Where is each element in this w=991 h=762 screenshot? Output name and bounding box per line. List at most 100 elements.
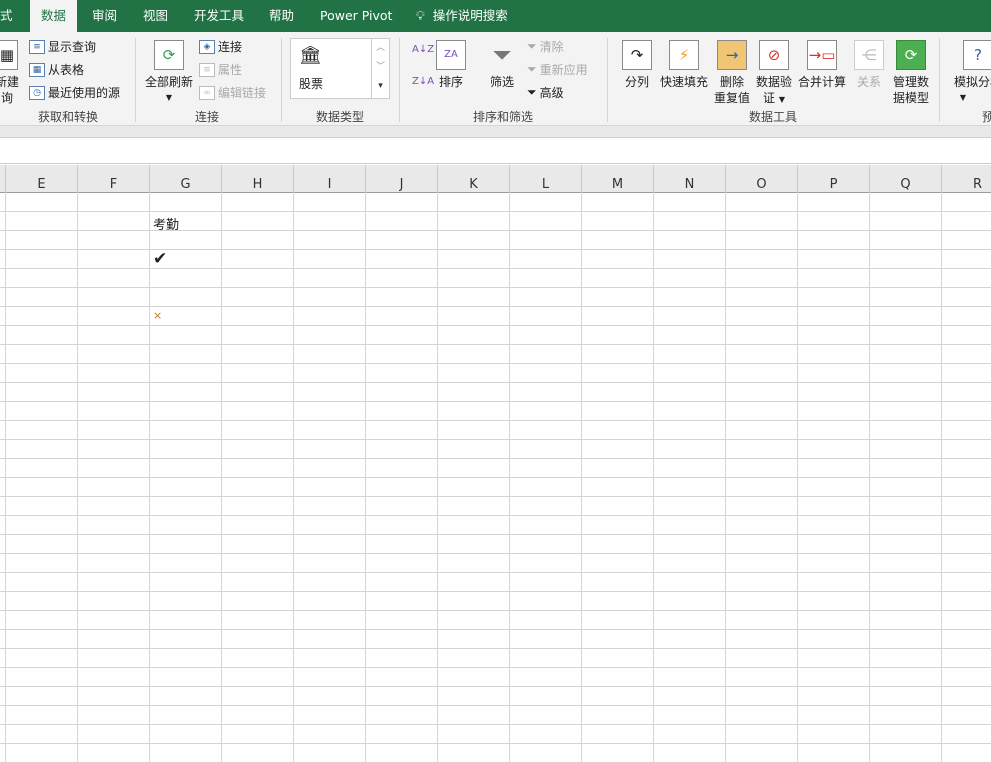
column-header-n[interactable]: N [654, 165, 726, 193]
group-label-data-types: 数据类型 [315, 110, 365, 124]
tab-help[interactable]: 帮助 [269, 0, 294, 32]
relationships-label: 关系 [856, 75, 881, 89]
stock-data-type[interactable]: 股票 [299, 75, 323, 92]
reapply-button[interactable]: ⏷ 重新应用 [527, 61, 588, 78]
filter-button[interactable]: ⏷ 筛选 [486, 40, 518, 90]
sort-button[interactable]: ZA 排序 [434, 40, 468, 90]
expand-gallery-icon[interactable]: ▾ [372, 77, 389, 96]
separator [939, 38, 940, 122]
from-table-button[interactable]: ▦ 从表格 [29, 61, 84, 78]
data-validation-button[interactable]: ⊘ 数据验证 ▼ [754, 40, 794, 108]
cell-g2[interactable]: 考勤 [153, 214, 179, 233]
text-to-columns-button[interactable]: ↷ 分列 [620, 40, 654, 90]
chevron-down-icon: ▼ [778, 95, 785, 104]
column-header-f[interactable]: F [78, 165, 150, 193]
data-model-label-1: 管理数 [892, 75, 929, 89]
group-label-sort-filter: 排序和筛选 [472, 110, 534, 124]
filter-label: 筛选 [489, 75, 514, 89]
column-header-r[interactable]: R [942, 165, 991, 193]
tab-view[interactable]: 视图 [143, 0, 168, 32]
connection-icon: ◈ [199, 39, 215, 54]
connections-button[interactable]: ◈ 连接 [199, 38, 242, 55]
what-if-analysis-button[interactable]: ? 模拟分析 ▼ [948, 40, 991, 106]
flash-fill-icon: ⚡︎ [669, 40, 699, 70]
group-label-forecast: 预 [981, 110, 991, 124]
tab-power-pivot[interactable]: Power Pivot [320, 0, 392, 32]
column-header-g[interactable]: G [150, 165, 222, 193]
recent-sources-button[interactable]: ◷ 最近使用的源 [29, 84, 120, 101]
column-header-q[interactable]: Q [870, 165, 942, 193]
formula-bar[interactable] [0, 137, 991, 164]
text-to-columns-label: 分列 [624, 75, 649, 89]
chevron-down-icon: ▼ [959, 93, 967, 102]
sort-descending-button[interactable]: Z↓A [412, 76, 434, 87]
chevron-down-icon[interactable]: ﹀ [372, 58, 389, 77]
properties-label: 属性 [218, 63, 243, 77]
new-query-label: 新建 询 [0, 75, 19, 105]
column-header-k[interactable]: K [438, 165, 510, 193]
tab-developer[interactable]: 开发工具 [194, 0, 244, 32]
column-header-e[interactable]: E [6, 165, 78, 193]
sort-az-icon: A↓Z [412, 44, 435, 55]
flash-fill-label: 快速填充 [659, 75, 708, 89]
remove-duplicates-button[interactable]: → 删除重复值 [712, 40, 752, 106]
separator [399, 38, 400, 122]
consolidate-icon: →▭ [807, 40, 837, 70]
refresh-all-button[interactable]: ⟳ 全部刷新 ▼ [143, 40, 195, 106]
remove-duplicates-label-2: 重复值 [713, 91, 750, 105]
column-header-i[interactable]: I [294, 165, 366, 193]
link-icon: ∞ [199, 85, 215, 100]
worksheet-grid[interactable] [0, 193, 991, 762]
column-header-p[interactable]: P [798, 165, 870, 193]
clear-filter-icon: ⏷ [527, 39, 537, 53]
consolidate-button[interactable]: →▭ 合并计算 [797, 40, 847, 90]
flash-fill-button[interactable]: ⚡︎ 快速填充 [658, 40, 710, 90]
clear-filter-button[interactable]: ⏷ 清除 [527, 38, 564, 55]
sort-ascending-button[interactable]: A↓Z [412, 44, 434, 55]
lightbulb-icon: 💡︎ [416, 8, 425, 23]
edit-links-label: 编辑链接 [218, 86, 267, 100]
column-header-l[interactable]: L [510, 165, 582, 193]
funnel-icon: ⏷ [492, 41, 512, 69]
remove-duplicates-label-1: 删除 [719, 75, 744, 89]
tab-data[interactable]: 数据 [30, 0, 78, 32]
from-table-label: 从表格 [48, 63, 85, 77]
separator [607, 38, 608, 122]
tab-review[interactable]: 审阅 [92, 0, 117, 32]
advanced-label: 高级 [539, 86, 564, 100]
data-type-gallery[interactable]: 🏛︎ 股票 ︿ ﹀ ▾ [290, 38, 390, 99]
column-header-h[interactable]: H [222, 165, 294, 193]
properties-button[interactable]: ≡ 属性 [199, 61, 242, 78]
tell-me-search[interactable]: 💡︎ 操作说明搜索 [416, 0, 508, 32]
sort-za-icon: Z↓A [412, 76, 435, 87]
cell-g4[interactable]: ✔ [153, 249, 167, 269]
gallery-scroll[interactable]: ︿ ﹀ ▾ [371, 39, 389, 98]
tab-formulas[interactable]: 式 [0, 0, 13, 32]
advanced-filter-button[interactable]: ⏷ 高级 [527, 84, 564, 101]
column-header-o[interactable]: O [726, 165, 798, 193]
data-model-icon: ⟳ [896, 40, 926, 70]
data-validation-icon: ⊘ [759, 40, 789, 70]
separator [135, 38, 136, 122]
query-icon: ≡ [29, 39, 45, 54]
recent-sources-label: 最近使用的源 [48, 86, 121, 100]
column-header-m[interactable]: M [582, 165, 654, 193]
relationships-button[interactable]: ⋲ 关系 [853, 40, 885, 90]
connections-label: 连接 [218, 40, 243, 54]
new-query-button[interactable]: ▦ 新建 询 [0, 40, 22, 106]
remove-duplicates-icon: → [717, 40, 747, 70]
column-header-j[interactable]: J [366, 165, 438, 193]
column-headers: E F G H I J K L M N O P Q R [0, 165, 991, 193]
show-queries-button[interactable]: ≡ 显示查询 [29, 38, 96, 55]
bank-icon: 🏛︎ [299, 45, 322, 66]
manage-data-model-button[interactable]: ⟳ 管理数 据模型 [891, 40, 931, 106]
reapply-icon: ⏷ [527, 62, 537, 76]
separator [281, 38, 282, 122]
edit-links-button[interactable]: ∞ 编辑链接 [199, 84, 266, 101]
properties-icon: ≡ [199, 62, 215, 77]
advanced-filter-icon: ⏷ [527, 85, 537, 99]
cell-g7[interactable]: × [153, 309, 162, 322]
chevron-up-icon[interactable]: ︿ [372, 39, 389, 58]
ribbon-bottom-border [0, 126, 991, 137]
refresh-all-label: 全部刷新 [144, 75, 193, 89]
